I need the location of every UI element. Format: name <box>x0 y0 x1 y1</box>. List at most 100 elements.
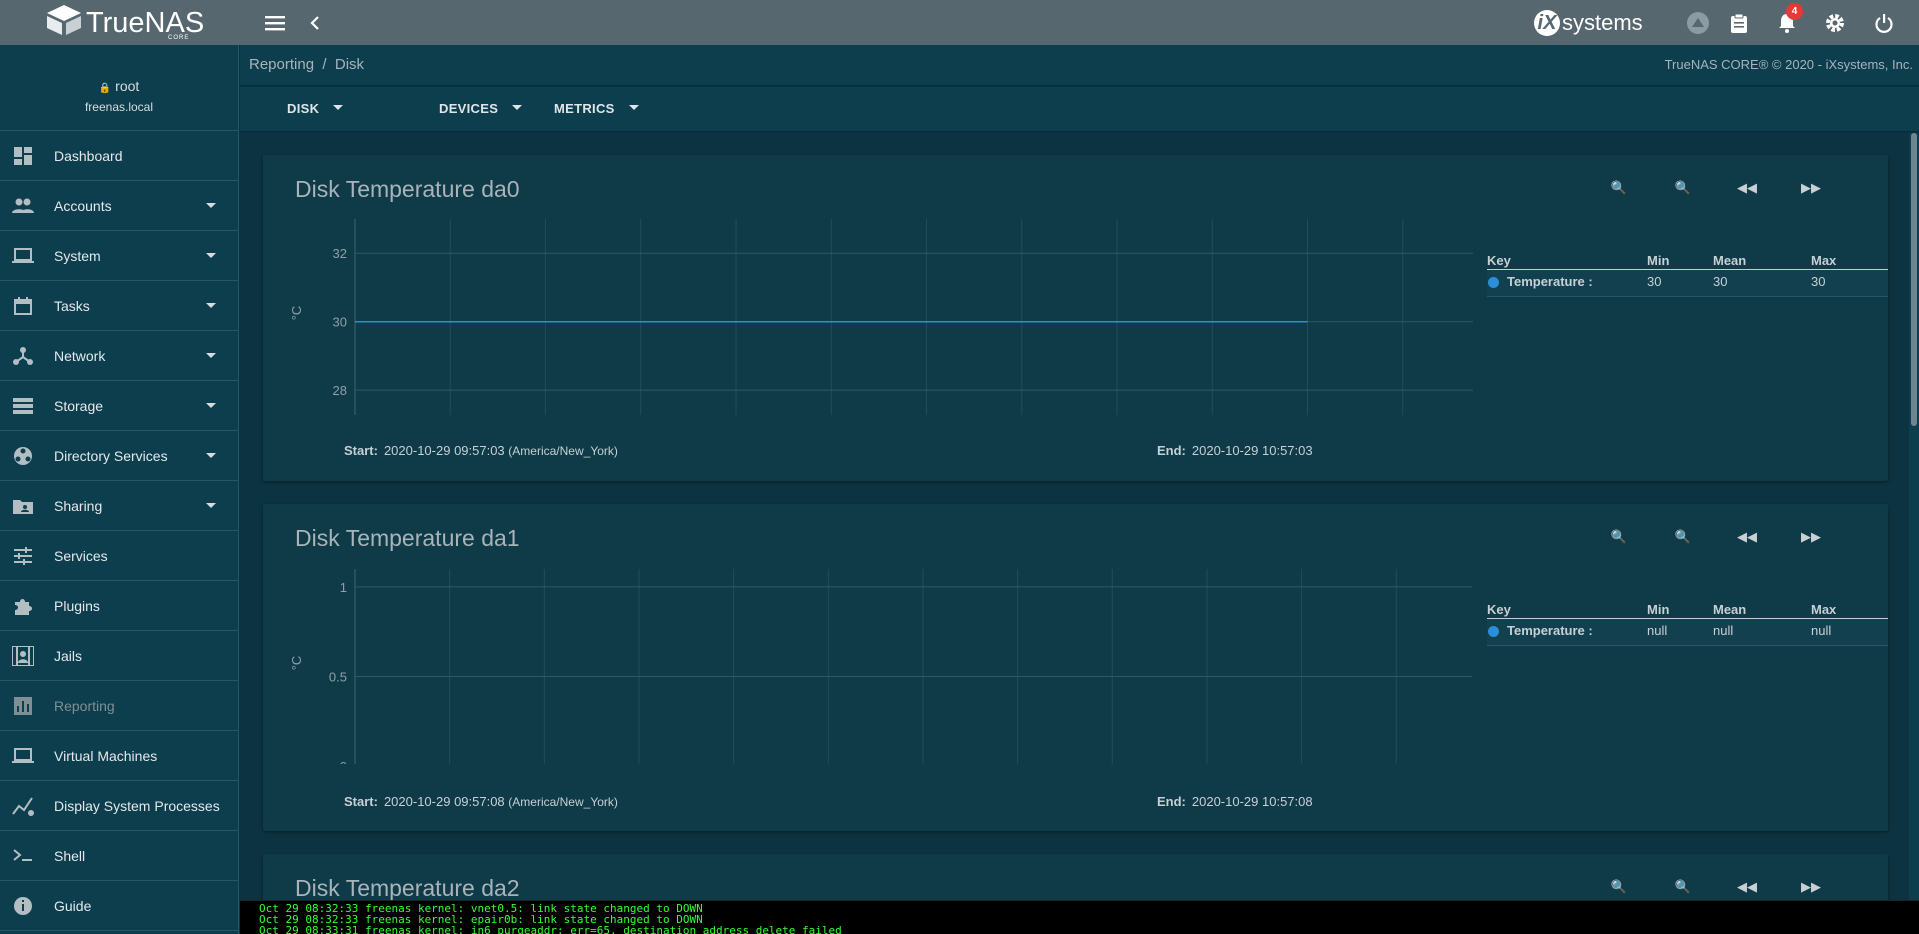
chevron-down-icon <box>206 303 216 308</box>
sidebar-item-guide[interactable]: Guide <box>0 881 238 931</box>
content-scrollbar[interactable] <box>1909 133 1919 900</box>
user-panel: 🔒 root freenas.local <box>0 45 238 131</box>
sidebar-item-directory-services[interactable]: Directory Services <box>0 431 238 481</box>
sidebar-nav: Dashboard Accounts System Tasks Network Stora… <box>0 131 238 931</box>
series-name: Temperature : <box>1507 623 1593 638</box>
chart-da0: 10:0010:0510:1010:1510:2010:2510:3010:35… <box>289 219 1473 415</box>
chevron-left-icon[interactable] <box>300 8 330 38</box>
chevron-down-icon <box>206 503 216 508</box>
console-line: Oct 29 08:33:31 freenas kernel: in6_purg… <box>259 924 842 934</box>
sidebar-item-label: Display System Processes <box>54 797 220 814</box>
legend-table: Key Min Mean Max Temperature : null null… <box>1487 600 1888 646</box>
ixsystems-logo[interactable]: iX systems <box>1534 9 1643 37</box>
sidebar-item-label: Guide <box>54 897 92 914</box>
tune-icon <box>12 545 34 567</box>
step-forward-icon[interactable]: ▶▶ <box>1796 872 1826 900</box>
devices-select[interactable]: DEVICES <box>439 101 523 116</box>
series-max: 30 <box>1811 274 1826 289</box>
series-mean: null <box>1713 623 1734 638</box>
vendor-name: systems <box>1562 10 1643 36</box>
zoom-in-icon[interactable]: 🔍 <box>1604 173 1634 203</box>
sidebar-item-shell[interactable]: Shell <box>0 831 238 881</box>
chart-card-da2: Disk Temperature da2 🔍 🔍 ◀◀ ▶▶ <box>263 854 1888 900</box>
directory-icon <box>12 445 34 467</box>
zoom-out-icon[interactable]: 🔍 <box>1668 173 1698 203</box>
dashboard-icon <box>12 145 34 167</box>
y-tick-label: 0.5 <box>329 669 347 684</box>
notification-count-badge: 4 <box>1786 3 1803 20</box>
step-back-icon[interactable]: ◀◀ <box>1732 173 1762 203</box>
sidebar-item-jails[interactable]: Jails <box>0 631 238 681</box>
step-back-icon[interactable]: ◀◀ <box>1732 522 1762 552</box>
legend-table: Key Min Mean Max Temperature : 30 30 30 <box>1487 251 1888 297</box>
processes-icon <box>12 795 34 817</box>
sidebar-item-plugins[interactable]: Plugins <box>0 581 238 631</box>
y-axis-label: °C <box>289 306 304 321</box>
menu-icon[interactable] <box>260 8 290 38</box>
truecommand-icon[interactable] <box>1683 8 1713 38</box>
task-manager-icon[interactable] <box>1724 8 1754 38</box>
sidebar-item-display-system-processes[interactable]: Display System Processes <box>0 781 238 831</box>
truenas-logo[interactable]: TrueNAS CORE <box>44 4 204 41</box>
y-tick-label: 0 <box>340 759 347 764</box>
power-icon[interactable] <box>1869 8 1899 38</box>
step-forward-icon[interactable]: ▶▶ <box>1796 522 1826 552</box>
sidebar-item-sharing[interactable]: Sharing <box>0 481 238 531</box>
zoom-out-icon[interactable]: 🔍 <box>1668 872 1698 900</box>
sidebar-item-dashboard[interactable]: Dashboard <box>0 131 238 181</box>
metrics-select[interactable]: METRICS <box>554 101 639 116</box>
report-content: Disk Temperature da0 🔍 🔍 ◀◀ ▶▶ 10:0010:0… <box>240 133 1909 900</box>
sidebar-item-label: Jails <box>54 647 83 664</box>
series-color-dot <box>1488 626 1499 637</box>
sidebar-item-label: Tasks <box>54 297 90 314</box>
truenas-logo-icon <box>47 5 81 35</box>
sidebar-item-network[interactable]: Network <box>0 331 238 381</box>
legend-header: Key Min Mean Max <box>1487 600 1888 619</box>
sidebar-item-label: Accounts <box>54 197 112 214</box>
legend-row: Temperature : 30 30 30 <box>1487 270 1888 297</box>
lock-icon: 🔒 <box>98 83 112 94</box>
sidebar-item-label: Directory Services <box>54 447 168 464</box>
brand-edition: CORE <box>168 35 190 41</box>
y-axis-label: °C <box>289 656 304 671</box>
gear-icon[interactable] <box>1820 8 1850 38</box>
host-name: freenas.local <box>84 100 154 114</box>
sidebar-item-services[interactable]: Services <box>0 531 238 581</box>
step-back-icon[interactable]: ◀◀ <box>1732 872 1762 900</box>
sidebar-item-label: Storage <box>54 397 104 414</box>
computer-icon <box>12 745 34 767</box>
scrollbar-thumb[interactable] <box>1911 133 1917 426</box>
chevron-down-icon <box>628 105 639 111</box>
zoom-out-icon[interactable]: 🔍 <box>1668 522 1698 552</box>
sidebar-item-system[interactable]: System <box>0 231 238 281</box>
sidebar-item-tasks[interactable]: Tasks <box>0 281 238 331</box>
extension-icon <box>12 595 34 617</box>
storage-icon <box>12 395 34 417</box>
chevron-down-icon <box>333 105 344 111</box>
copyright-text: TrueNAS CORE® © 2020 - iXsystems, Inc. <box>1664 57 1913 72</box>
zoom-in-icon[interactable]: 🔍 <box>1604 872 1634 900</box>
chevron-down-icon <box>206 203 216 208</box>
zoom-in-icon[interactable]: 🔍 <box>1604 522 1634 552</box>
sidebar-item-reporting[interactable]: Reporting <box>0 681 238 731</box>
sidebar-item-virtual-machines[interactable]: Virtual Machines <box>0 731 238 781</box>
sidebar-item-storage[interactable]: Storage <box>0 381 238 431</box>
chevron-down-icon <box>206 353 216 358</box>
range-start: Start: 2020-10-29 09:57:08 (America/New_Y… <box>344 794 618 809</box>
sidebar: 🔒 root freenas.local Dashboard Accounts Sys… <box>0 45 239 934</box>
range-end: End: 2020-10-29 10:57:03 <box>1157 443 1313 458</box>
disk-select[interactable]: DISK <box>287 101 344 116</box>
legend-row: Temperature : null null null <box>1487 619 1888 646</box>
sidebar-item-accounts[interactable]: Accounts <box>0 181 238 231</box>
series-color-dot <box>1488 277 1499 288</box>
laptop-icon <box>12 245 34 267</box>
sidebar-item-label: Sharing <box>54 497 103 514</box>
chevron-down-icon <box>206 403 216 408</box>
chevron-down-icon <box>512 105 523 111</box>
report-selector-bar: DISK DEVICES METRICS <box>240 87 1919 132</box>
sidebar-item-label: Plugins <box>54 597 100 614</box>
range-end: End: 2020-10-29 10:57:08 <box>1157 794 1313 809</box>
chevron-down-icon <box>206 453 216 458</box>
step-forward-icon[interactable]: ▶▶ <box>1796 173 1826 203</box>
legend-header: Key Min Mean Max <box>1487 251 1888 270</box>
